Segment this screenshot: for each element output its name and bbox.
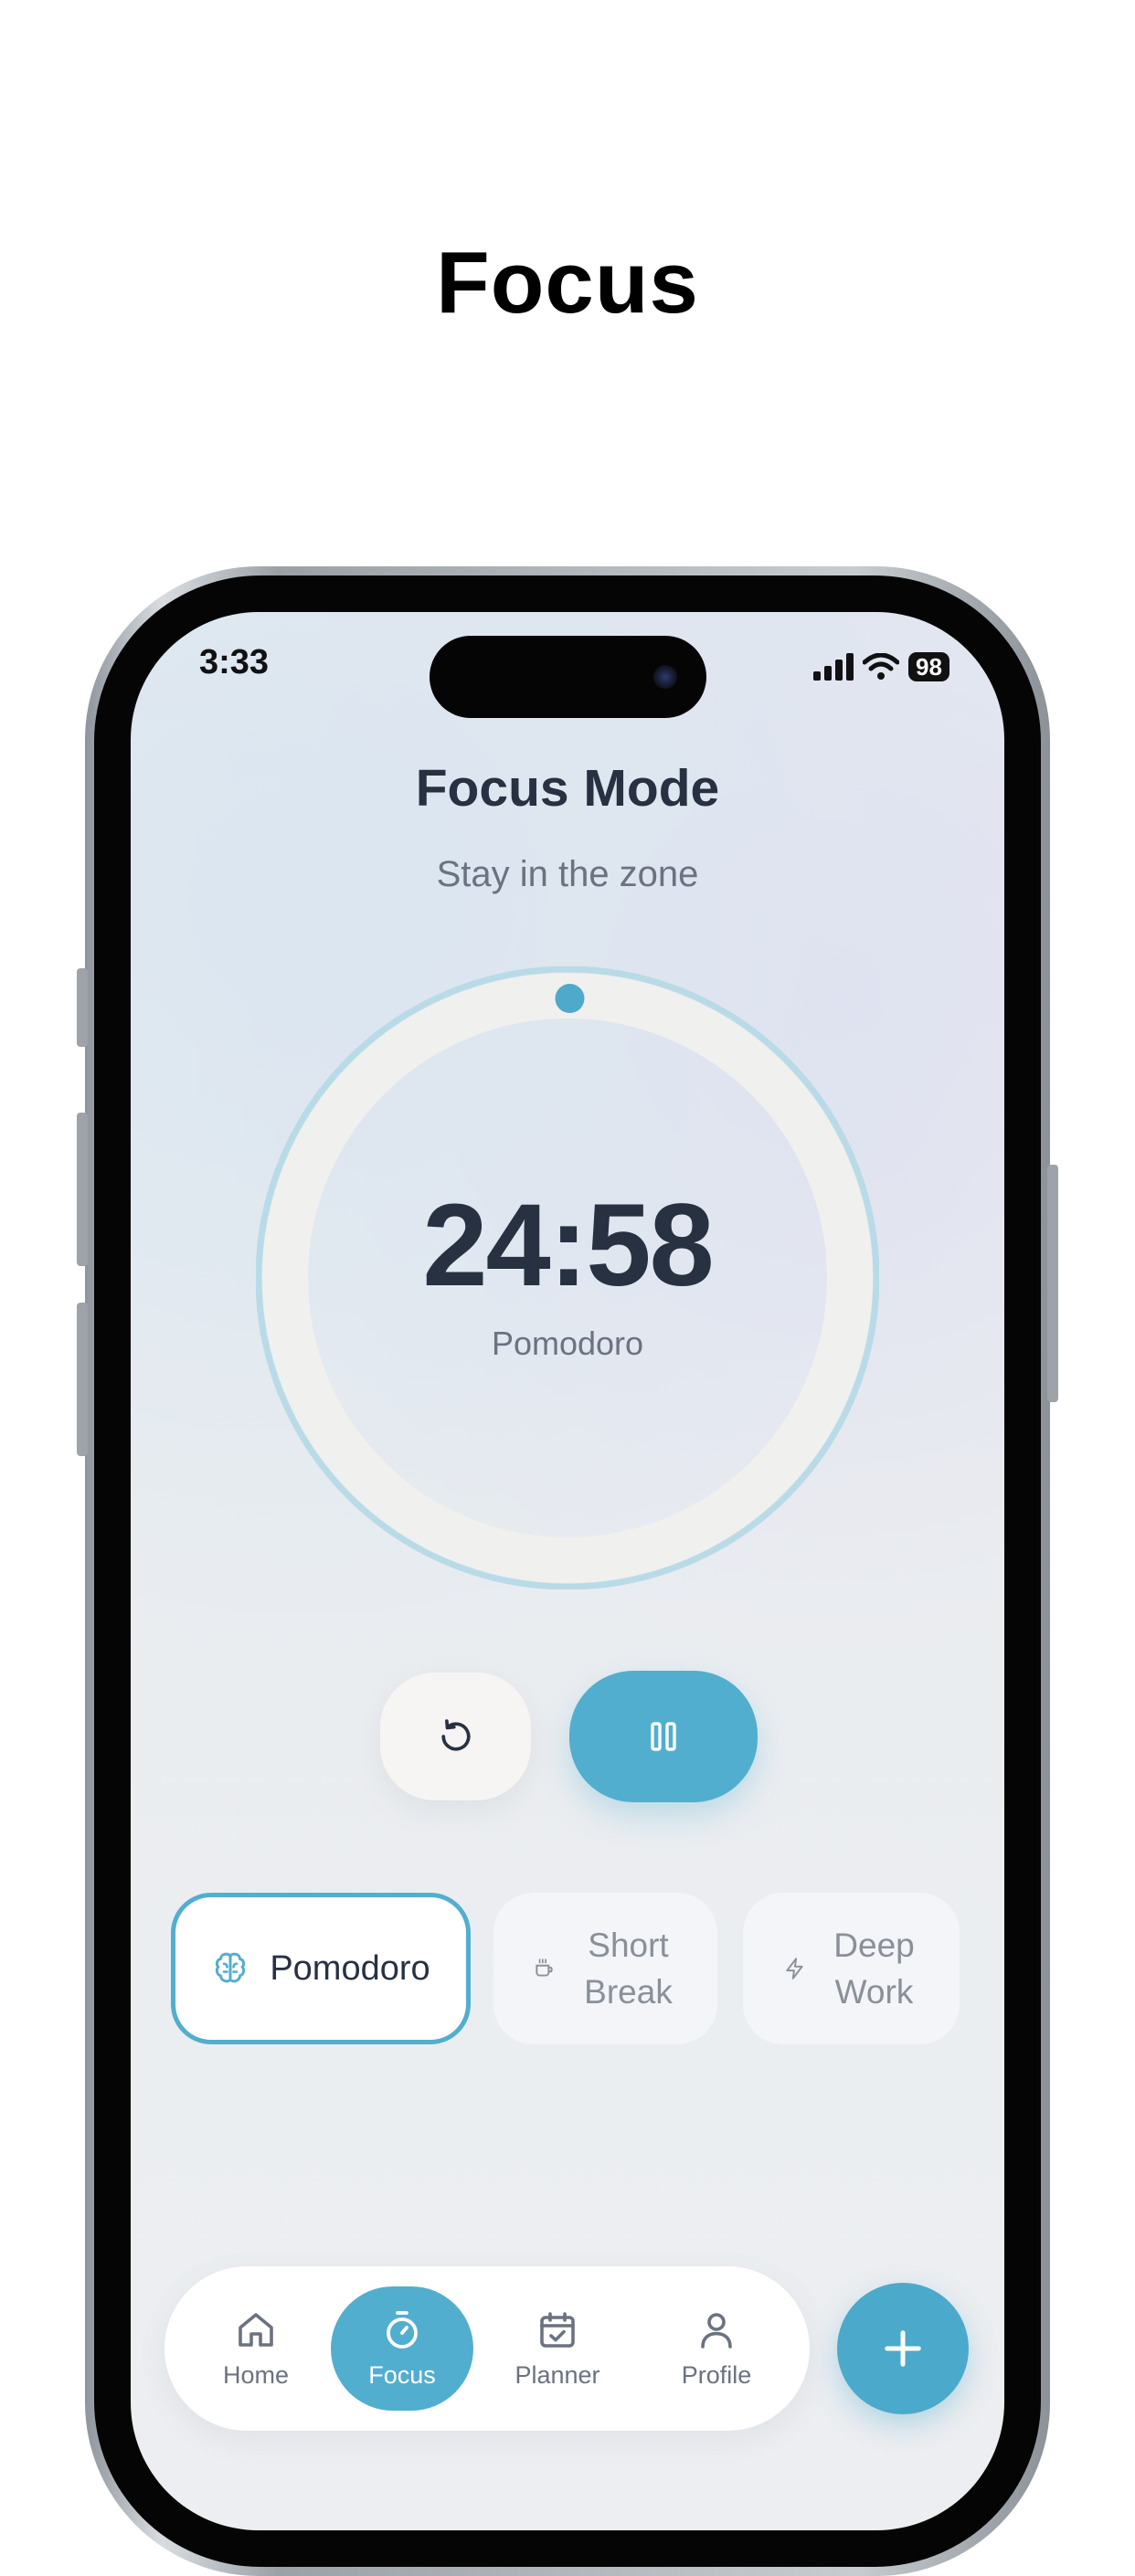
preset-label: Pomodoro	[270, 1948, 430, 1988]
plus-icon	[885, 2330, 921, 2367]
nav-label: Planner	[514, 2360, 600, 2389]
coffee-icon	[535, 1958, 553, 1977]
nav-item-focus[interactable]: Focus	[329, 2266, 475, 2431]
camera-icon	[653, 665, 677, 689]
reset-button[interactable]	[380, 1673, 531, 1800]
page-subtitle: Stay in the zone	[436, 854, 699, 894]
preset-label: Short Break	[584, 1927, 673, 2011]
volume-down-button	[77, 1303, 88, 1456]
brain-icon	[216, 1952, 246, 1983]
calendar-icon	[540, 2311, 575, 2348]
nav-label: Home	[222, 2360, 290, 2389]
battery-icon: 98	[908, 652, 949, 681]
timer-display: 24:58	[422, 1180, 714, 1311]
status-time: 3:33	[199, 643, 270, 681]
page-title: Focus Mode	[415, 759, 720, 818]
bottom-nav: Home Focus Planner Profile	[164, 2266, 810, 2431]
pause-button[interactable]	[569, 1671, 758, 1802]
volume-up-button	[77, 1113, 88, 1266]
pause-icon	[651, 1722, 676, 1751]
profile-icon	[701, 2312, 732, 2349]
preset-pomodoro[interactable]: Pomodoro	[171, 1893, 471, 2044]
nav-item-profile[interactable]: Profile	[643, 2266, 790, 2431]
action-button	[77, 968, 88, 1047]
lightning-icon	[785, 1958, 803, 1980]
reset-icon	[440, 1719, 471, 1751]
power-button	[1047, 1165, 1058, 1402]
page-headline: Focus	[436, 234, 699, 332]
add-button[interactable]	[837, 2283, 969, 2414]
timer-progress-knob[interactable]	[555, 984, 585, 1014]
wifi-icon	[863, 653, 899, 680]
nav-item-home[interactable]: Home	[183, 2266, 329, 2431]
nav-label: Profile	[681, 2360, 752, 2389]
status-icons: 98	[813, 650, 949, 683]
signal-icon	[813, 653, 854, 681]
nav-label: Focus	[368, 2360, 436, 2389]
preset-short-break[interactable]: Short Break	[493, 1893, 717, 2044]
preset-deep-work[interactable]: Deep Work	[743, 1893, 960, 2044]
timer-mode-label: Pomodoro	[491, 1325, 644, 1362]
home-icon	[239, 2312, 273, 2347]
stopwatch-icon	[387, 2310, 418, 2349]
preset-label: Deep Work	[833, 1927, 915, 2011]
nav-item-planner[interactable]: Planner	[484, 2266, 631, 2431]
